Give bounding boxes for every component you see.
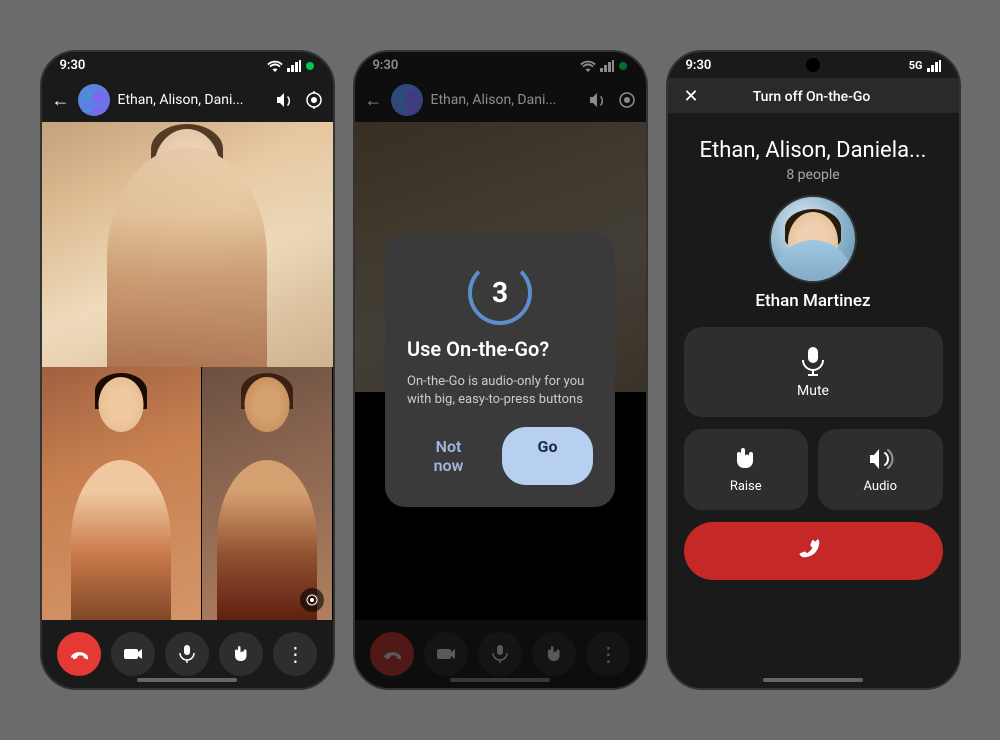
signal-icon-3: [927, 60, 941, 72]
on-the-go-dialog: 3 Use On-the-Go? On-the-Go is audio-only…: [385, 233, 615, 507]
camera-button[interactable]: [111, 632, 155, 676]
go-button[interactable]: Go: [502, 427, 593, 485]
back-button-1[interactable]: ←: [52, 90, 70, 111]
status-icons-1: [267, 60, 315, 72]
phone-2: 9:30 ←: [353, 50, 648, 690]
phone-1: 9:30 ←: [40, 50, 335, 690]
raise-hand-icon: [231, 644, 251, 664]
mic-button[interactable]: [165, 632, 209, 676]
camera-icon: [123, 644, 143, 664]
raise-hand-icon-3: [732, 445, 760, 473]
participant-name: Ethan Martinez: [755, 291, 870, 311]
status-bar-1: 9:30: [42, 52, 333, 77]
participant-avatar: [769, 195, 857, 283]
fx-badge-icon: [300, 588, 324, 612]
video-bottom-row: [42, 367, 333, 620]
on-the-go-content: Ethan, Alison, Daniela... 8 people Ethan…: [668, 118, 959, 688]
raise-label: Raise: [730, 479, 762, 494]
dialog-buttons: Not now Go: [407, 427, 593, 485]
close-button[interactable]: ✕: [684, 86, 699, 107]
avatar-body: [773, 240, 853, 283]
wifi-icon: [267, 60, 283, 72]
more-dots-icon: ⋮: [285, 642, 305, 666]
people-count: 8 people: [786, 167, 839, 183]
effects-icon[interactable]: [305, 91, 323, 109]
mute-mic-icon: [797, 345, 829, 377]
video-grid-1: [42, 114, 333, 620]
video-participant-bottom-right: [202, 367, 333, 620]
end-call-icon: [69, 644, 89, 664]
group-avatar-icon: [80, 86, 108, 114]
call-header-icons-1: [275, 91, 323, 109]
mic-icon: [177, 644, 197, 664]
signal-icon: [287, 60, 301, 72]
dialog-description: On-the-Go is audio-only for you with big…: [407, 373, 593, 409]
status-time-3: 9:30: [686, 58, 712, 73]
small-controls-row: Raise Audio: [684, 429, 943, 510]
mute-button[interactable]: Mute: [684, 327, 943, 417]
network-badge: 5G: [909, 59, 923, 72]
speaker-icon[interactable]: [275, 91, 293, 109]
home-indicator-1: [137, 678, 237, 682]
end-call-button-3[interactable]: [684, 522, 943, 580]
video-participant-bottom-left: [42, 367, 202, 620]
audio-icon: [866, 445, 894, 473]
call-header-1: ← Ethan, Alison, Dani...: [42, 78, 333, 122]
dialog-title: Use On-the-Go?: [407, 337, 549, 361]
home-indicator-3: [763, 678, 863, 682]
countdown-number: 3: [492, 276, 508, 309]
call-avatar-1: [78, 84, 110, 116]
on-the-go-topbar: ✕ Turn off On-the-Go: [668, 78, 959, 113]
phone-3: 9:30 5G ✕ Turn off On-the-Go Ethan, Alis…: [666, 50, 961, 690]
mute-label: Mute: [797, 383, 829, 399]
status-icons-3: 5G: [909, 59, 941, 72]
countdown-circle: 3: [468, 261, 532, 325]
call-name-1: Ethan, Alison, Dani...: [118, 92, 267, 108]
topbar-label: Turn off On-the-Go: [753, 89, 871, 105]
audio-button[interactable]: Audio: [818, 429, 943, 510]
video-participant-top: [42, 114, 333, 367]
group-call-name: Ethan, Alison, Daniela...: [700, 138, 927, 163]
end-call-button[interactable]: [57, 632, 101, 676]
dialog-overlay: 3 Use On-the-Go? On-the-Go is audio-only…: [355, 52, 646, 688]
camera-notch: [806, 58, 820, 72]
audio-label: Audio: [864, 479, 897, 494]
end-call-icon-3: [792, 530, 834, 572]
status-time-1: 9:30: [60, 58, 86, 73]
raise-hand-button[interactable]: [219, 632, 263, 676]
more-options-button[interactable]: ⋮: [273, 632, 317, 676]
active-dot-icon: [305, 61, 315, 71]
not-now-button[interactable]: Not now: [407, 427, 490, 485]
raise-hand-button-3[interactable]: Raise: [684, 429, 809, 510]
